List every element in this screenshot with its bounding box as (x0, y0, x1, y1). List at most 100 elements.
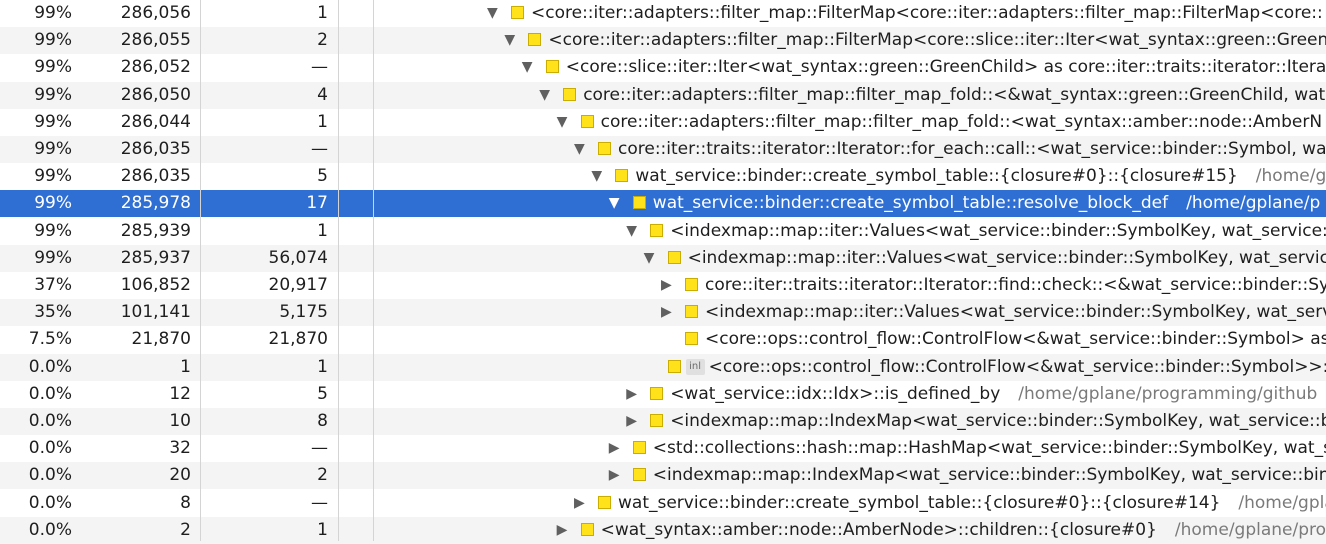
inclusive-percent: 0.0% (28, 438, 72, 459)
function-symbol: <wat_syntax::amber::node::AmberNode>::ch… (600, 519, 1157, 540)
inclusive-percent: 99% (34, 30, 72, 51)
expand-arrow-down-icon[interactable]: ▼ (609, 190, 620, 217)
self-count: 5 (317, 383, 328, 404)
expand-arrow-down-icon[interactable]: ▼ (591, 163, 602, 190)
inclusive-count: 286,044 (120, 111, 191, 132)
function-name: wat_service::binder::create_symbol_table… (653, 190, 1320, 217)
self-count: 2 (317, 465, 328, 486)
function-symbol: core::iter::traits::iterator::Iterator::… (618, 139, 1326, 159)
inclusive-percent: 99% (34, 84, 72, 105)
inclusive-count: 106,852 (120, 275, 191, 295)
tree-row[interactable]: 99% 285,939 1 ▼ <indexmap::map::iter::Values… (0, 218, 1326, 245)
function-symbol: core::iter::traits::iterator::Iterator::… (705, 275, 1326, 295)
self-count: 1 (317, 519, 328, 540)
function-square-icon (650, 223, 664, 237)
self-count: 21,870 (268, 329, 328, 350)
function-square-icon (667, 359, 681, 373)
expand-arrow-right-icon[interactable]: ▶ (574, 490, 585, 517)
tree-row[interactable]: 99% 286,052 — ▼ <core::slice::iter::Iter<wat… (0, 54, 1326, 81)
tree-row[interactable]: 99% 285,978 17 ▼ wat_service::binder::create… (0, 190, 1326, 218)
function-name: <core::ops::control_flow::ControlFlow<&w… (709, 354, 1326, 381)
self-count: — (311, 438, 328, 459)
function-name: <indexmap::map::iter::Values<wat_service… (670, 218, 1326, 245)
expand-arrow-down-icon[interactable]: ▼ (644, 245, 655, 272)
tree-row[interactable]: 35% 101,141 5,175 ▶ <indexmap::map::iter::Va… (0, 299, 1326, 327)
function-name: core::iter::traits::iterator::Iterator::… (618, 136, 1326, 163)
function-name: <std::collections::hash::map::HashMap<wa… (653, 435, 1326, 462)
function-symbol: <core::ops::control_flow::ControlFlow<&w… (705, 329, 1326, 350)
function-symbol: <indexmap::map::iter::Values<wat_service… (705, 302, 1326, 323)
expand-arrow-down-icon[interactable]: ▼ (557, 109, 568, 136)
column-divider-3 (373, 0, 374, 541)
tree-row[interactable]: 99% 286,044 1 ▼ core::iter::adapters::filter… (0, 109, 1326, 136)
tree-row[interactable]: 99% 286,050 4 ▼ core::iter::adapters::filter… (0, 81, 1326, 109)
self-count: — (311, 57, 328, 78)
tree-row[interactable]: 99% 286,056 1 ▼ <core::iter::adapters::filte… (0, 0, 1326, 27)
tree-row[interactable]: 37% 106,852 20,917 ▶ core::iter::traits::ite… (0, 272, 1326, 299)
inclusive-count: 12 (169, 383, 191, 404)
expand-arrow-down-icon[interactable]: ▼ (522, 54, 533, 81)
function-name: wat_service::binder::create_symbol_table… (635, 163, 1326, 190)
tree-row[interactable]: 0.0% 10 8 ▶ <indexmap::map::IndexMap<wat_ser… (0, 408, 1326, 435)
inclusive-percent: 99% (34, 57, 72, 78)
self-count: 1 (317, 356, 328, 377)
tree-row[interactable]: 0.0% 1 1 inl <core::ops::control_flow::Contr… (0, 353, 1326, 381)
tree-row[interactable]: 99% 286,055 2 ▼ <core::iter::adapters::filte… (0, 27, 1326, 55)
function-symbol: <core::iter::adapters::filter_map::Filte… (548, 30, 1326, 51)
expand-arrow-right-icon[interactable]: ▶ (609, 435, 620, 462)
function-name: <wat_syntax::amber::node::AmberNode>::ch… (601, 517, 1326, 544)
function-symbol: <indexmap::map::iter::Values<wat_service… (687, 247, 1326, 268)
expand-arrow-right-icon[interactable]: ▶ (626, 408, 637, 435)
tree-row[interactable]: 0.0% 2 1 ▶ <wat_syntax::amber::node::AmberNo… (0, 516, 1326, 544)
function-square-icon (632, 196, 646, 210)
inclusive-percent: 0.0% (28, 383, 72, 404)
self-count: 1 (317, 3, 328, 23)
inclusive-percent: 99% (34, 166, 72, 187)
self-count: 20,917 (268, 275, 328, 295)
expand-arrow-down-icon[interactable]: ▼ (487, 0, 498, 27)
function-square-icon (632, 468, 646, 482)
self-count: 5,175 (279, 302, 328, 323)
function-square-icon (685, 278, 698, 291)
expand-arrow-right-icon[interactable]: ▶ (557, 517, 568, 544)
function-name: <wat_service::idx::Idx>::is_defined_by/h… (670, 381, 1317, 408)
inclusive-count: 10 (169, 411, 191, 431)
inline-badge-icon: inl (685, 358, 705, 375)
expand-arrow-right-icon[interactable]: ▶ (661, 272, 672, 299)
tree-row[interactable]: 99% 285,937 56,074 ▼ <indexmap::map::iter::V… (0, 244, 1326, 272)
expand-arrow-down-icon[interactable]: ▼ (626, 218, 637, 245)
tree-row[interactable]: 7.5% 21,870 21,870 <core::ops::control_flow… (0, 326, 1326, 353)
self-count: — (311, 492, 328, 513)
function-square-icon (580, 522, 594, 536)
expand-arrow-down-icon[interactable]: ▼ (504, 27, 515, 54)
inclusive-percent: 0.0% (28, 356, 72, 377)
inclusive-percent: 0.0% (28, 411, 72, 431)
function-name: <core::iter::adapters::filter_map::Filte… (548, 27, 1326, 54)
expand-arrow-right-icon[interactable]: ▶ (609, 462, 620, 489)
tree-row[interactable]: 0.0% 32 — ▶ <std::collections::hash::map::Ha… (0, 435, 1326, 462)
inclusive-count: 286,035 (120, 139, 191, 159)
self-count: 8 (317, 411, 328, 431)
function-symbol: <indexmap::map::iter::Values<wat_service… (670, 220, 1326, 241)
expand-arrow-down-icon[interactable]: ▼ (574, 136, 585, 163)
function-name: core::iter::traits::iterator::Iterator::… (705, 272, 1326, 299)
inclusive-percent: 37% (34, 275, 72, 295)
inclusive-percent: 99% (34, 193, 72, 214)
tree-row[interactable]: 0.0% 20 2 ▶ <indexmap::map::IndexMap<wat_ser… (0, 462, 1326, 490)
expand-arrow-right-icon[interactable]: ▶ (626, 381, 637, 408)
inclusive-count: 21,870 (131, 329, 191, 350)
source-path: /home/gpla (1238, 492, 1326, 513)
tree-row[interactable]: 0.0% 8 — ▶ wat_service::binder::create_symbo… (0, 490, 1326, 517)
function-name: <indexmap::map::IndexMap<wat_service::bi… (670, 408, 1326, 435)
tree-row[interactable]: 99% 286,035 — ▼ core::iter::traits::iterator… (0, 136, 1326, 163)
function-square-icon (615, 169, 629, 183)
expand-arrow-down-icon[interactable]: ▼ (539, 82, 550, 109)
function-square-icon (511, 6, 524, 19)
function-name: <core::iter::adapters::filter_map::Filte… (531, 0, 1323, 27)
tree-row[interactable]: 0.0% 12 5 ▶ <wat_service::idx::Idx>::is_defi… (0, 381, 1326, 408)
inclusive-count: 8 (180, 492, 191, 513)
inclusive-percent: 99% (34, 247, 72, 268)
tree-row[interactable]: 99% 286,035 5 ▼ wat_service::binder::create_… (0, 163, 1326, 190)
function-square-icon (563, 87, 577, 101)
expand-arrow-right-icon[interactable]: ▶ (661, 299, 672, 326)
